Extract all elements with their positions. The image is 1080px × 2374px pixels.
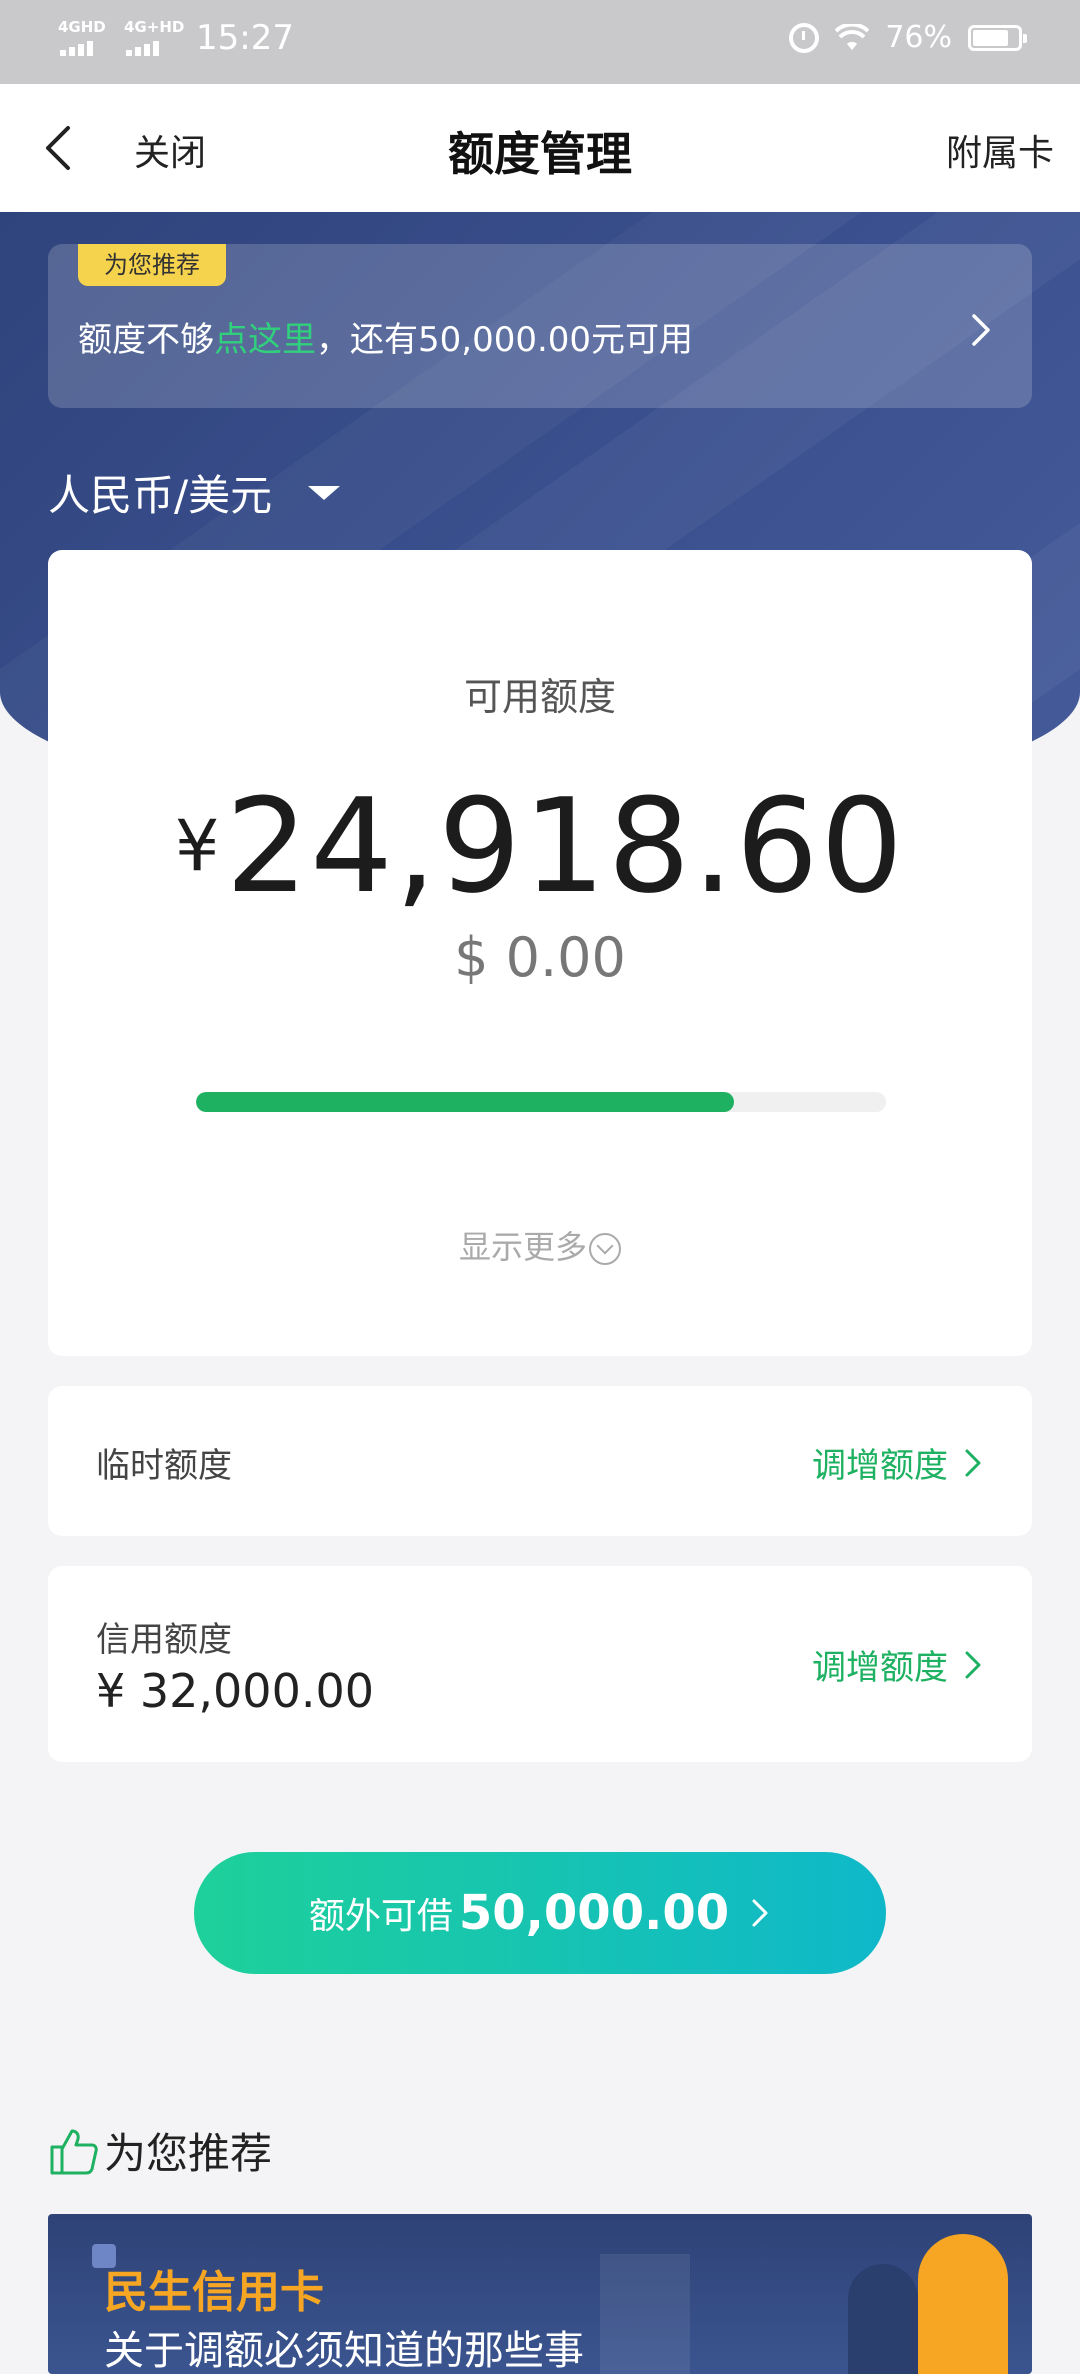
available-limit-value: 24,918.60: [225, 770, 906, 922]
signal-icon: 4GHD: [58, 18, 110, 58]
recommend-tag: 为您推荐: [78, 244, 226, 286]
clock: 15:27: [196, 18, 294, 58]
page-title: 额度管理: [448, 127, 632, 181]
available-limit-amount: ¥24,918.60: [48, 770, 1032, 922]
credit-limit-label: 信用额度: [96, 1620, 232, 1660]
nav-bar: 关闭 额度管理 附属卡: [0, 84, 1080, 212]
alarm-icon: [789, 22, 820, 53]
chevron-right-icon: [752, 1899, 768, 1927]
credit-limit-value: ¥ 32,000.00: [96, 1664, 374, 1718]
usage-progress-fill: [196, 1092, 735, 1112]
promo-text-after: ，还有50,000.00元可用: [316, 320, 694, 360]
increase-limit-label: 调增额度: [812, 1648, 948, 1688]
extra-borrow-label: 额外可借: [308, 1896, 453, 1937]
temporary-limit-row: 临时额度 调增额度: [48, 1386, 1032, 1536]
chevron-right-icon: [965, 1651, 981, 1678]
recommend-banner[interactable]: 民生信用卡 关于调额必须知道的那些事: [48, 2214, 1032, 2374]
temporary-limit-label: 临时额度: [96, 1446, 232, 1486]
status-bar: 4GHD 4G+HD 15:27 76%: [0, 0, 1080, 84]
recommend-section-title: 为您推荐: [48, 2120, 272, 2181]
promo-link[interactable]: 点这里: [214, 320, 316, 360]
decor-shape: [600, 2254, 690, 2374]
supplementary-card-button[interactable]: 附属卡: [946, 124, 1054, 176]
illustration-person-1: [848, 2264, 918, 2374]
currency-selector[interactable]: 人民币/美元: [48, 462, 341, 523]
chevron-right-icon: [972, 314, 990, 346]
extra-borrow-amount: 50,000.00: [458, 1885, 730, 1941]
recommend-title-text: 为您推荐: [104, 2129, 273, 2178]
usd-limit-value: $ 0.00: [454, 926, 626, 989]
banner-brand: 民生信用卡: [104, 2267, 324, 2318]
available-limit-label: 可用额度: [463, 675, 616, 719]
currency-label: 人民币/美元: [48, 471, 273, 520]
wifi-icon: [835, 23, 870, 50]
promo-text: 额度不够点这里，还有50,000.00元可用: [78, 312, 693, 361]
extra-borrow-button[interactable]: 额外可借 50,000.00: [194, 1852, 886, 1974]
signal-icon-2: 4G+HD: [124, 18, 184, 58]
signal-label-2: 4G+HD: [124, 18, 185, 36]
increase-credit-limit-button[interactable]: 调增额度: [812, 1640, 984, 1689]
currency-symbol: ¥: [174, 805, 220, 887]
chevron-right-icon: [965, 1449, 981, 1476]
usage-progress-bar: [196, 1092, 886, 1112]
show-more-label: 显示更多: [458, 1228, 587, 1266]
signal-label: 4GHD: [58, 18, 106, 36]
battery-icon: [968, 24, 1027, 51]
battery-percent: 76%: [885, 20, 952, 55]
available-limit-card: 可用额度 ¥24,918.60 $ 0.00 显示更多: [48, 550, 1032, 1356]
show-more-button[interactable]: 显示更多: [48, 1222, 1032, 1268]
thumbs-up-icon: [50, 2129, 98, 2174]
promo-text-before: 额度不够: [78, 320, 214, 360]
increase-temporary-limit-button[interactable]: 调增额度: [812, 1438, 984, 1487]
caret-down-icon: [308, 485, 341, 500]
illustration-person-2: [918, 2234, 1008, 2374]
banner-subtitle: 关于调额必须知道的那些事: [104, 2328, 584, 2374]
increase-limit-label: 调增额度: [812, 1446, 948, 1486]
promo-banner[interactable]: 为您推荐 额度不够点这里，还有50,000.00元可用: [48, 244, 1032, 408]
chevron-down-circle-icon: [589, 1233, 621, 1265]
credit-limit-row: 信用额度 ¥ 32,000.00 调增额度: [48, 1566, 1032, 1762]
